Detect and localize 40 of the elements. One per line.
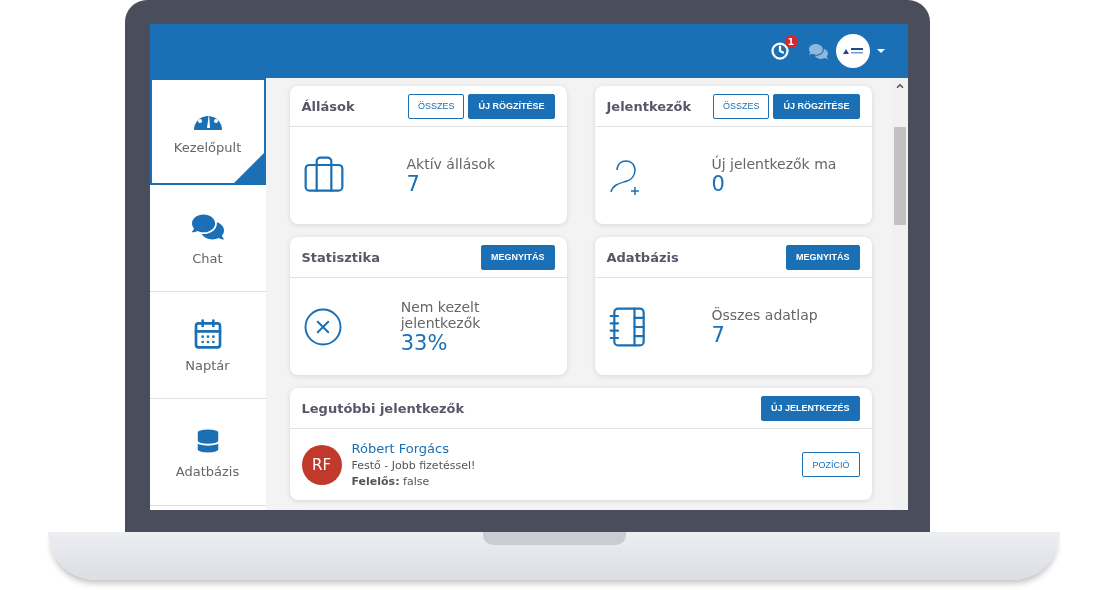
- card-title: Állások: [301, 98, 355, 114]
- scroll-thumb[interactable]: [893, 127, 906, 225]
- primary-button[interactable]: MEGNYITÁS: [786, 244, 860, 270]
- notification-badge: 1: [784, 35, 798, 48]
- sidebar-label: Kezelőpult: [173, 140, 242, 155]
- sidebar-label: Naptár: [185, 357, 230, 373]
- chat-bubbles-icon[interactable]: [808, 41, 828, 61]
- responsible-text: Felelős: false: [351, 475, 431, 488]
- applicant-position: Festő - Jobb fizetéssel!: [351, 459, 476, 472]
- scroll-up-icon[interactable]: [894, 81, 905, 91]
- stat-label: Összes adatlap: [711, 306, 818, 323]
- stat-label: Nem kezelt jelentkezők: [400, 298, 482, 331]
- initials-avatar: RF: [301, 444, 342, 485]
- primary-button[interactable]: ÚJ JELENTKEZÉS: [760, 395, 860, 421]
- sidebar-item[interactable]: Adatbázis: [149, 399, 266, 506]
- sidebar-label: Chat: [192, 250, 223, 266]
- logo-icon: [841, 47, 864, 55]
- card-title: Jelentkezők: [606, 98, 692, 114]
- primary-button[interactable]: MEGNYITÁS: [481, 244, 555, 270]
- outline-button[interactable]: ÖSSZES: [407, 93, 465, 119]
- sidebar-item[interactable]: Naptár: [149, 292, 266, 399]
- outline-button[interactable]: POZÍCIÓ: [802, 452, 860, 477]
- sidebar-label: Adatbázis: [175, 463, 240, 479]
- stat-value: 7: [406, 171, 421, 196]
- stat-label: Aktív állások: [406, 155, 496, 172]
- caret-icon[interactable]: [875, 48, 886, 54]
- user-avatar[interactable]: [835, 34, 870, 68]
- card-title: Statisztika: [301, 249, 380, 265]
- stat-value: 7: [711, 322, 726, 347]
- applicant-name[interactable]: Róbert Forgács: [351, 441, 476, 456]
- primary-button[interactable]: ÚJ RÖGZÍTÉSE: [773, 93, 860, 119]
- outline-button[interactable]: ÖSSZES: [712, 93, 770, 119]
- card-title: Adatbázis: [606, 249, 679, 265]
- sidebar-item[interactable]: Chat: [149, 185, 266, 292]
- clock-icon[interactable]: [770, 42, 789, 60]
- stat-value: 0: [711, 171, 726, 196]
- primary-button[interactable]: ÚJ RÖGZÍTÉSE: [468, 93, 555, 119]
- stat-value: 33%: [400, 330, 448, 355]
- stat-label: Új jelentkezők ma: [711, 155, 837, 172]
- card-title: Legutóbbi jelentkezők: [301, 400, 465, 416]
